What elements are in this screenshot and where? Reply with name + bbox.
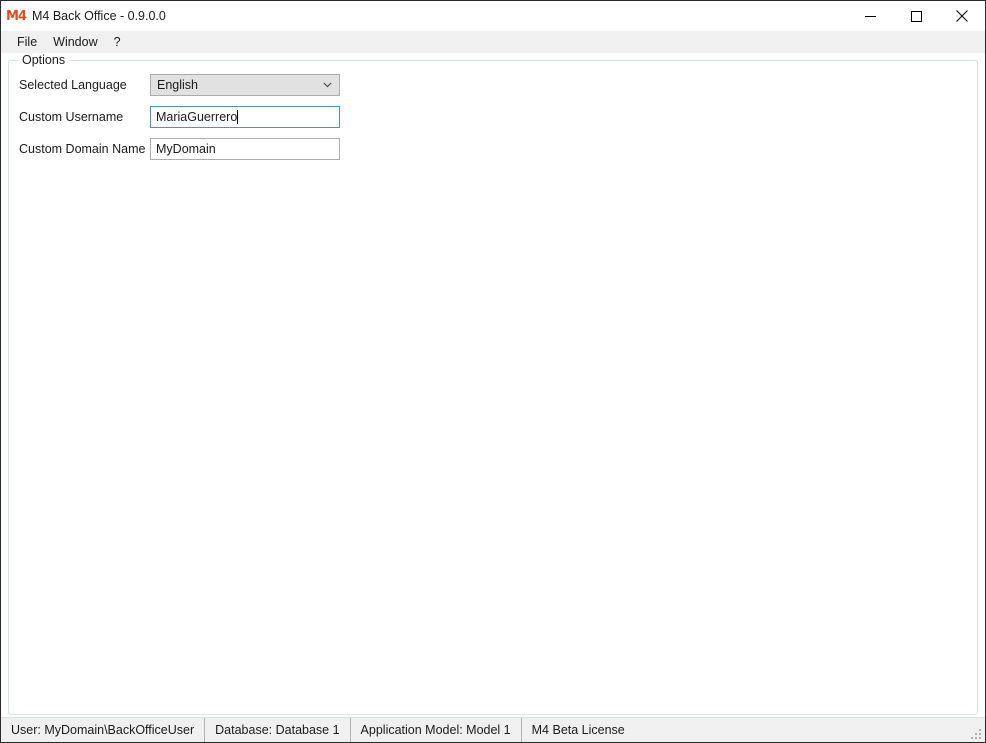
selected-language-value: English (157, 78, 198, 92)
custom-username-value: MariaGuerrero (156, 110, 238, 124)
menu-item-help[interactable]: ? (106, 33, 129, 51)
selected-language-label: Selected Language (19, 78, 127, 92)
status-cell-user: User: MyDomain\BackOfficeUser (1, 718, 206, 742)
options-form: Selected Language English Custom Usernam… (19, 74, 340, 170)
application-window: M4 M4 Back Office - 0.9.0.0 File Window … (0, 0, 986, 743)
custom-username-input[interactable]: MariaGuerrero (150, 106, 340, 128)
custom-domain-name-input[interactable]: MyDomain (150, 138, 340, 160)
options-group-title: Options (18, 53, 70, 67)
selected-language-combobox[interactable]: English (150, 74, 340, 96)
form-row-custom-domain-name: Custom Domain Name MyDomain (19, 138, 340, 160)
status-cell-application-model: Application Model: Model 1 (351, 718, 522, 742)
maximize-button[interactable] (893, 1, 939, 31)
window-controls (847, 1, 985, 31)
maximize-icon (910, 10, 922, 22)
text-caret (237, 110, 239, 124)
custom-domain-name-label: Custom Domain Name (19, 142, 146, 156)
form-row-custom-username: Custom Username MariaGuerrero (19, 106, 340, 128)
chevron-down-icon (323, 75, 332, 95)
close-icon (956, 10, 968, 22)
minimize-button[interactable] (847, 1, 893, 31)
title-bar[interactable]: M4 M4 Back Office - 0.9.0.0 (1, 1, 985, 31)
menu-item-file[interactable]: File (9, 33, 45, 51)
status-bar: User: MyDomain\BackOfficeUser Database: … (1, 717, 985, 742)
status-cell-database: Database: Database 1 (205, 718, 351, 742)
custom-domain-name-value: MyDomain (156, 142, 216, 156)
close-button[interactable] (939, 1, 985, 31)
m4-logo-icon: M4 (6, 8, 27, 24)
menu-bar: File Window ? (1, 31, 985, 53)
window-title: M4 Back Office - 0.9.0.0 (32, 9, 166, 23)
minimize-icon (864, 15, 876, 17)
resize-grip[interactable] (969, 727, 983, 741)
client-area: Options Selected Language English Custom… (1, 53, 985, 717)
custom-username-label: Custom Username (19, 110, 124, 124)
options-group-box: Options Selected Language English Custom… (8, 53, 978, 715)
form-row-selected-language: Selected Language English (19, 74, 340, 96)
menu-item-window[interactable]: Window (45, 33, 105, 51)
status-cell-license: M4 Beta License (531, 723, 625, 737)
